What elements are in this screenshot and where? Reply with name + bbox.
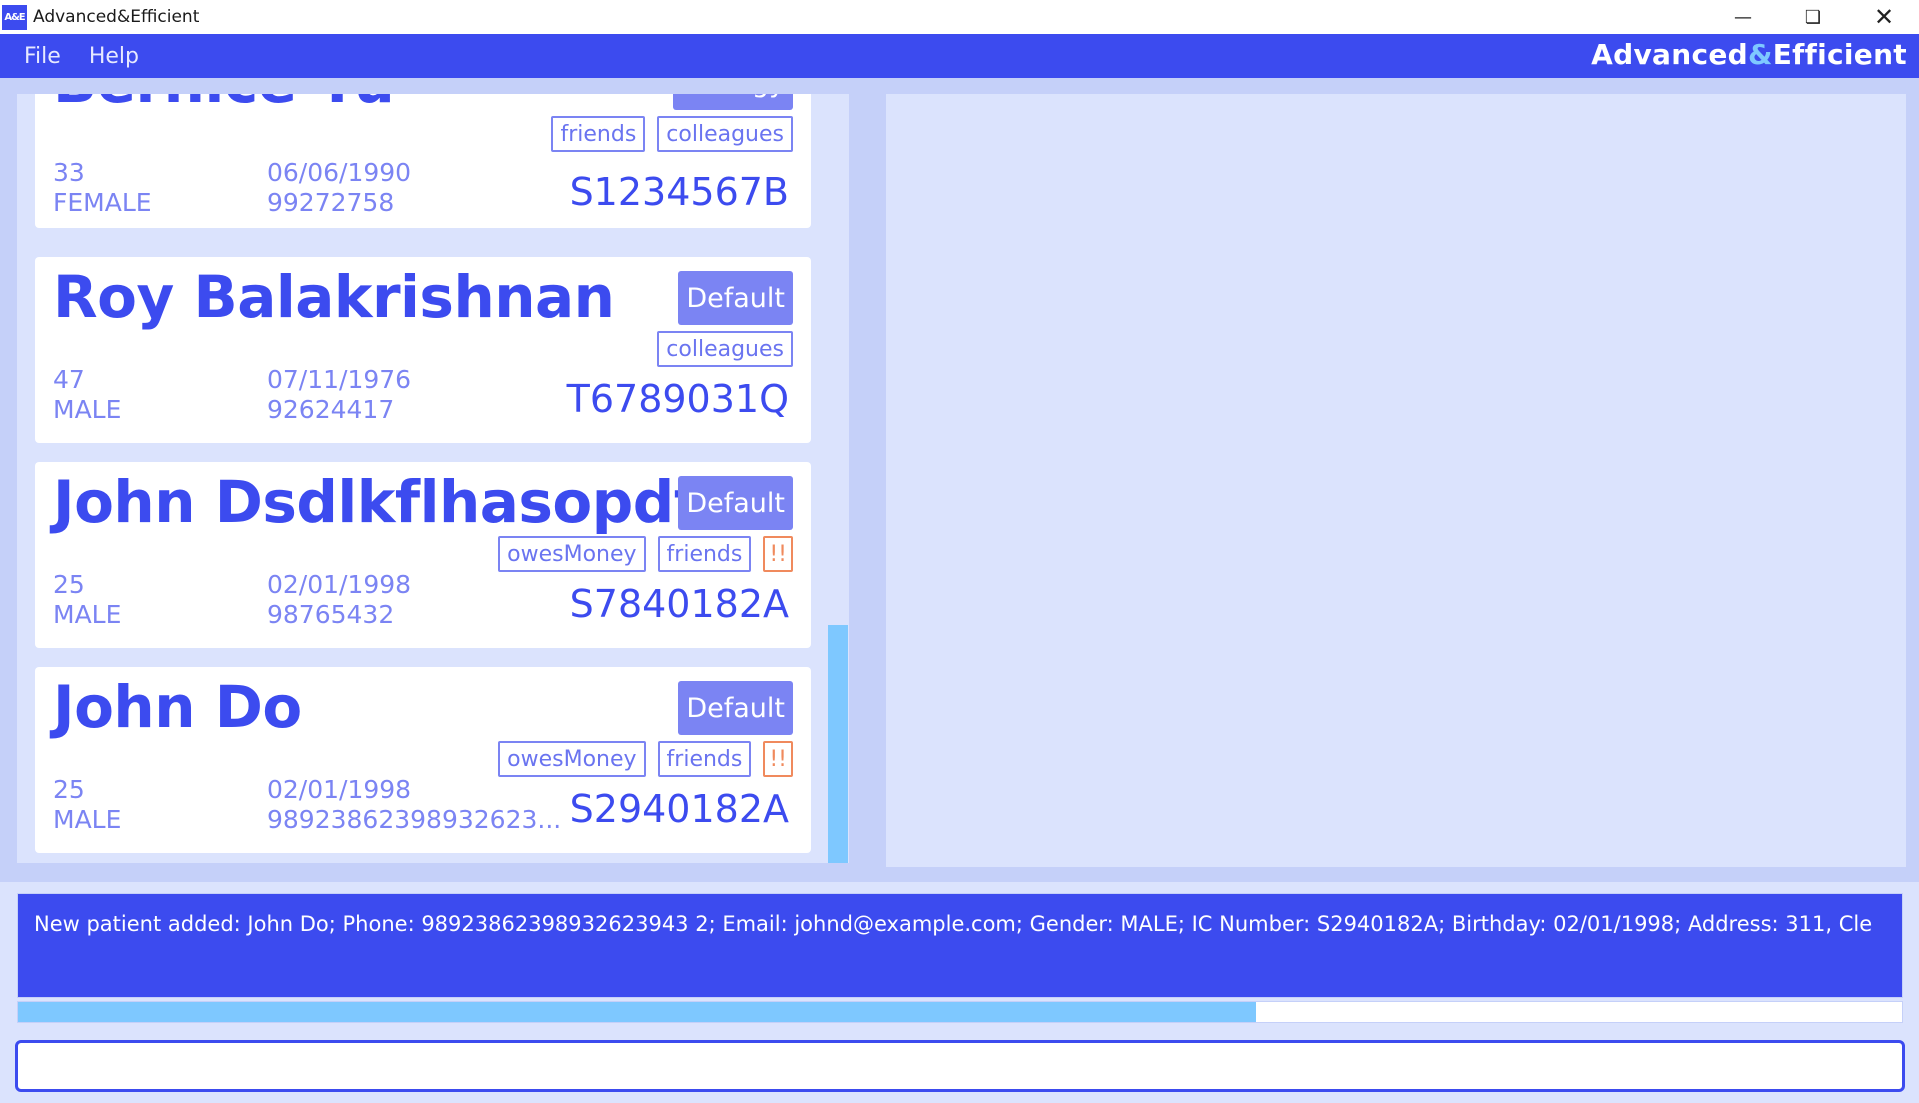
tag-list: owesMoney friends !!	[498, 536, 793, 572]
command-input[interactable]	[15, 1040, 1905, 1092]
department-badge: Default	[678, 476, 793, 530]
patient-birthday: 06/06/1990	[267, 158, 412, 187]
result-message: New patient added: John Do; Phone: 98923…	[34, 912, 1873, 936]
menu-file[interactable]: File	[24, 44, 61, 69]
progress-fill	[18, 1002, 1256, 1022]
tag: owesMoney	[498, 741, 646, 777]
patient-phone: 92624417	[267, 395, 395, 424]
patient-card[interactable]: Roy Balakrishnan Default colleagues 47 M…	[35, 257, 811, 443]
patient-gender: MALE	[53, 600, 122, 629]
progress-bar	[17, 1001, 1903, 1023]
priority-tag: !!	[763, 536, 793, 572]
patient-name: John Do	[53, 673, 302, 741]
tag-list: owesMoney friends !!	[498, 741, 793, 777]
menu-bar: File Help Advanced&Efficient	[0, 34, 1919, 78]
patient-age: 25	[53, 775, 85, 804]
patient-age: 33	[53, 158, 85, 187]
department-badge: Default	[678, 681, 793, 735]
department-badge: Default	[678, 271, 793, 325]
patient-name: Bernice Yu	[53, 94, 395, 116]
tag: friends	[657, 741, 752, 777]
restore-icon[interactable]: ❏	[1778, 0, 1848, 34]
patient-phone: 99272758	[267, 188, 395, 217]
patient-phone: 98923862398932623...	[267, 805, 562, 834]
priority-tag: !!	[763, 741, 793, 777]
patient-ic: T6789031Q	[566, 377, 789, 421]
tag-list: colleagues	[657, 331, 793, 367]
title-bar: A&E Advanced&Efficient — ❏ ✕	[0, 0, 1919, 34]
patient-birthday: 02/01/1998	[267, 570, 412, 599]
list-scrollbar-thumb[interactable]	[828, 625, 848, 863]
patient-ic: S1234567B	[569, 170, 789, 214]
window-title: Advanced&Efficient	[33, 7, 200, 27]
patient-birthday: 02/01/1998	[267, 775, 412, 804]
tag: colleagues	[657, 331, 793, 367]
patient-detail-panel	[886, 94, 1906, 867]
patient-ic: S2940182A	[569, 787, 789, 831]
tag: friends	[657, 536, 752, 572]
patient-birthday: 07/11/1976	[267, 365, 412, 394]
result-display: New patient added: John Do; Phone: 98923…	[17, 893, 1903, 998]
patient-gender: MALE	[53, 805, 122, 834]
patient-ic: S7840182A	[569, 582, 789, 626]
patient-list[interactable]: Bernice Yu Urology friends colleagues 33…	[17, 94, 849, 863]
patient-gender: MALE	[53, 395, 122, 424]
app-icon: A&E	[2, 4, 27, 30]
patient-phone: 98765432	[267, 600, 395, 629]
patient-name: Roy Balakrishnan	[53, 263, 615, 331]
tag-list: friends colleagues	[551, 116, 793, 152]
tag: friends	[551, 116, 646, 152]
tag: owesMoney	[498, 536, 646, 572]
close-icon[interactable]: ✕	[1849, 0, 1919, 34]
patient-card[interactable]: Bernice Yu Urology friends colleagues 33…	[35, 94, 811, 228]
patient-gender: FEMALE	[53, 188, 152, 217]
tag: colleagues	[657, 116, 793, 152]
patient-age: 25	[53, 570, 85, 599]
patient-name: John Dsdlkflhasopdf...	[53, 468, 760, 536]
patient-card[interactable]: John Do Default owesMoney friends !! 25 …	[35, 667, 811, 853]
minimize-icon[interactable]: —	[1708, 0, 1778, 34]
menu-help[interactable]: Help	[89, 44, 139, 69]
patient-age: 47	[53, 365, 85, 394]
patient-card[interactable]: John Dsdlkflhasopdf... Default owesMoney…	[35, 462, 811, 648]
brand-logo: Advanced&Efficient	[1591, 38, 1907, 71]
department-badge: Urology	[673, 94, 793, 110]
